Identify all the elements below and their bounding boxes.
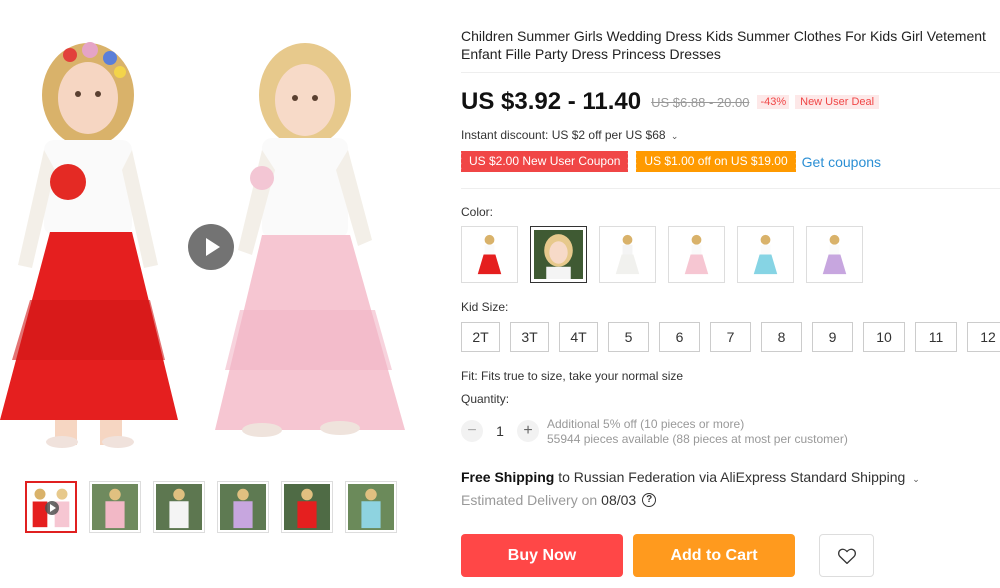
quantity-value[interactable]: 1 (483, 423, 517, 439)
color-option-pink[interactable] (668, 226, 725, 283)
thumbnail-strip (25, 481, 397, 533)
main-product-image[interactable] (0, 0, 425, 470)
divider (461, 188, 1000, 189)
girl-red-dress (0, 42, 178, 448)
color-option-photo[interactable] (530, 226, 587, 283)
wishlist-button[interactable] (819, 534, 874, 577)
get-coupons-link[interactable]: Get coupons (802, 154, 881, 170)
quantity-label: Quantity: (461, 392, 510, 406)
quantity-notes: Additional 5% off (10 pieces or more) 55… (547, 417, 848, 447)
play-icon (45, 501, 59, 515)
girl-pink-dress (215, 43, 405, 437)
size-option-5[interactable]: 5 (608, 322, 649, 352)
new-user-coupon[interactable]: US $2.00 New User Coupon (458, 151, 631, 172)
instant-discount-text: Instant discount: US $2 off per US $68 (461, 128, 666, 142)
free-shipping-label: Free Shipping (461, 469, 555, 485)
product-gallery (0, 0, 440, 588)
shipping-destination: to Russian Federation via AliExpress Sta… (554, 469, 906, 485)
add-to-cart-button[interactable]: Add to Cart (633, 534, 795, 577)
current-price: US $3.92 - 11.40 (461, 88, 642, 115)
size-option-10[interactable]: 10 (863, 322, 905, 352)
color-options (461, 226, 863, 283)
heart-icon (837, 548, 856, 564)
shipping-info[interactable]: Free Shipping to Russian Federation via … (461, 469, 920, 485)
quantity-stepper: − 1 + (461, 420, 539, 442)
new-user-deal-badge: New User Deal (795, 95, 880, 109)
color-label: Color: (461, 205, 494, 219)
size-options: 2T 3T 4T 5 6 7 8 9 10 11 12 (461, 322, 1000, 352)
bulk-discount-note: Additional 5% off (10 pieces or more) (547, 417, 745, 431)
decrease-quantity-button[interactable]: − (461, 420, 483, 442)
color-option-blue[interactable] (737, 226, 794, 283)
color-option-white[interactable] (599, 226, 656, 283)
thumbnail-4[interactable] (217, 481, 269, 533)
stock-note: 55944 pieces available (88 pieces at mos… (547, 432, 848, 446)
product-title: Children Summer Girls Wedding Dress Kids… (461, 28, 986, 62)
video-play-button[interactable] (188, 224, 234, 270)
fit-note: Fit: Fits true to size, take your normal… (461, 369, 684, 383)
size-option-8[interactable]: 8 (761, 322, 802, 352)
buy-now-button[interactable]: Buy Now (461, 534, 623, 577)
divider (461, 72, 1000, 73)
thumbnail-6[interactable] (345, 481, 397, 533)
delivery-date: 08/03 (601, 492, 637, 508)
product-info: Children Summer Girls Wedding Dress Kids… (458, 0, 1000, 588)
increase-quantity-button[interactable]: + (517, 420, 539, 442)
size-option-2t[interactable]: 2T (461, 322, 500, 352)
thumbnail-1[interactable] (25, 481, 77, 533)
size-option-6[interactable]: 6 (659, 322, 700, 352)
coupon-row: US $2.00 New User Coupon US $1.00 off on… (458, 151, 881, 172)
discount-badge: -43% (757, 95, 790, 109)
original-price: US $6.88 - 20.00 (651, 94, 750, 110)
size-option-11[interactable]: 11 (915, 322, 957, 352)
help-icon[interactable]: ? (642, 493, 657, 507)
size-option-9[interactable]: 9 (812, 322, 853, 352)
thumbnail-2[interactable] (89, 481, 141, 533)
size-option-3t[interactable]: 3T (510, 322, 549, 352)
purchase-actions: Buy Now Add to Cart (461, 534, 874, 577)
instant-discount[interactable]: Instant discount: US $2 off per US $68 ⌄ (461, 128, 678, 142)
thumbnail-3[interactable] (153, 481, 205, 533)
chevron-down-icon: ⌄ (670, 131, 679, 141)
color-option-red[interactable] (461, 226, 518, 283)
estimated-delivery: Estimated Delivery on 08/03 ? (461, 492, 657, 508)
color-option-purple[interactable] (806, 226, 863, 283)
size-option-7[interactable]: 7 (710, 322, 751, 352)
thumbnail-5[interactable] (281, 481, 333, 533)
size-label: Kid Size: (461, 300, 509, 314)
store-coupon[interactable]: US $1.00 off on US $19.00 (634, 151, 798, 172)
chevron-down-icon: ⌄ (912, 474, 920, 484)
delivery-label: Estimated Delivery on (461, 492, 598, 508)
size-option-12[interactable]: 12 (967, 322, 1000, 352)
price-row: US $3.92 - 11.40 US $6.88 - 20.00 -43% N… (461, 88, 880, 116)
size-option-4t[interactable]: 4T (559, 322, 598, 352)
